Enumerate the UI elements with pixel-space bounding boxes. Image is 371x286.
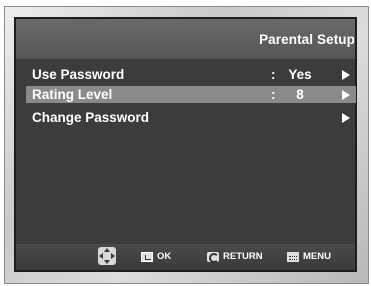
chevron-right-icon bbox=[342, 90, 350, 100]
return-hint[interactable]: RETURN bbox=[207, 251, 263, 263]
ok-label: OK bbox=[157, 251, 172, 262]
menu-item-value: 8 bbox=[296, 87, 304, 102]
menu-item-label: Change Password bbox=[32, 110, 150, 125]
osd-screen: Parental Setup Use Password : Yes Rating… bbox=[14, 17, 357, 272]
menu-item-colon: : bbox=[271, 67, 276, 82]
menu-item-use-password[interactable]: Use Password : Yes bbox=[26, 66, 356, 83]
dpad-icon bbox=[98, 247, 116, 265]
menu-item-label: Use Password bbox=[32, 67, 125, 82]
menu-item-colon: : bbox=[271, 87, 276, 102]
chevron-right-icon bbox=[342, 70, 350, 80]
enter-icon bbox=[141, 251, 153, 262]
menu-item-value: Yes bbox=[288, 67, 312, 82]
return-label: RETURN bbox=[223, 251, 263, 262]
chevron-right-icon bbox=[342, 113, 350, 123]
menu-icon bbox=[287, 251, 299, 262]
menu-item-change-password[interactable]: Change Password bbox=[26, 109, 356, 126]
return-icon bbox=[207, 251, 219, 263]
menu-item-label: Rating Level bbox=[32, 87, 113, 102]
menu-item-rating-level[interactable]: Rating Level : 8 bbox=[26, 86, 356, 103]
header-bar: Parental Setup bbox=[16, 19, 355, 59]
menu-label: MENU bbox=[303, 251, 331, 262]
footer-bar: OK RETURN MENU bbox=[16, 244, 355, 270]
page-title: Parental Setup bbox=[259, 32, 355, 47]
ok-hint[interactable]: OK bbox=[141, 251, 171, 262]
menu-hint[interactable]: MENU bbox=[287, 251, 331, 262]
